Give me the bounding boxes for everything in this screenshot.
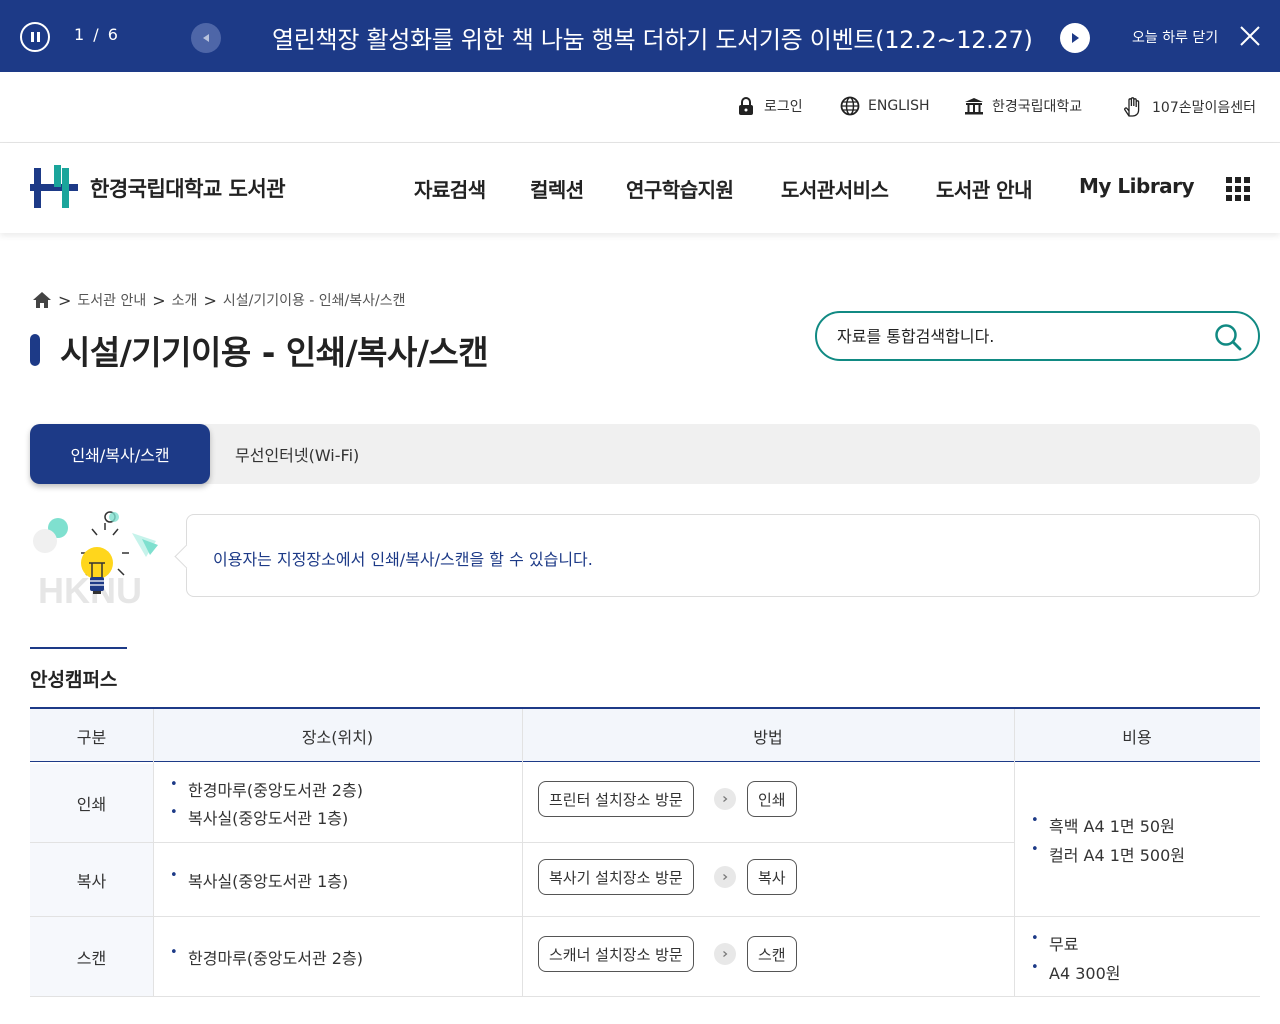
row-label-copy: 복사: [30, 843, 153, 916]
next-banner-button[interactable]: [1060, 23, 1090, 53]
pause-button[interactable]: [20, 22, 50, 52]
breadcrumb-current: 시설/기기이용 - 인쇄/복사/스캔: [222, 293, 406, 309]
breadcrumb-item[interactable]: 소개: [172, 290, 198, 310]
tab-print-copy-scan[interactable]: 인쇄/복사/스캔: [30, 424, 210, 484]
header-method: 방법: [753, 727, 783, 747]
location-item: 복사실(중앙도서관 1층): [170, 868, 348, 892]
cost-item: A4 300원: [1031, 960, 1120, 984]
globe-icon: [840, 96, 860, 116]
prev-banner-button[interactable]: [191, 23, 221, 53]
english-link[interactable]: ENGLISH: [840, 96, 930, 116]
site-logo[interactable]: 한경국립대학교 도서관: [30, 165, 286, 211]
breadcrumb-item[interactable]: 도서관 안내: [77, 290, 146, 310]
chevron-right-icon: [714, 866, 736, 888]
header-location: 장소(위치): [301, 727, 374, 747]
university-label: 한경국립대학교: [992, 99, 1083, 115]
method-step-visit-printer: 프린터 설치장소 방문: [538, 781, 694, 817]
breadcrumb: > 도서관 안내 > 소개 > 시설/기기이용 - 인쇄/복사/스캔: [32, 290, 406, 310]
pause-icon: [30, 32, 34, 42]
info-message: 이용자는 지정장소에서 인쇄/복사/스캔을 할 수 있습니다.: [213, 550, 593, 569]
location-item: 한경마루(중앙도서관 2층): [170, 945, 363, 969]
top-banner: 1 / 6 열린책장 활성화를 위한 책 나눔 행복 더하기 도서기증 이벤트(…: [0, 0, 1280, 72]
header-category: 구분: [76, 727, 107, 747]
chevron-right-icon: [714, 943, 736, 965]
info-message-box: 이용자는 지정장소에서 인쇄/복사/스캔을 할 수 있습니다.: [186, 514, 1260, 597]
tab-bar: 인쇄/복사/스캔 무선인터넷(Wi-Fi): [30, 424, 1260, 484]
nav-collection[interactable]: 컬렉션: [530, 174, 584, 203]
cost-item: 흑백 A4 1면 50원: [1031, 813, 1175, 837]
method-step-copy: 복사: [747, 859, 797, 895]
header-cost: 비용: [1122, 727, 1152, 747]
chevron-right-icon: >: [58, 290, 72, 310]
logo-text: 한경국립대학교 도서관: [90, 177, 286, 201]
row-label-print: 인쇄: [30, 764, 153, 842]
title-accent-bar: [30, 334, 40, 366]
banner-counter: 1 / 6: [74, 25, 120, 44]
sign-center-link[interactable]: 107손말이음센터: [1122, 96, 1256, 118]
nav-my-library[interactable]: My Library: [1079, 174, 1195, 198]
nav-library-services[interactable]: 도서관서비스: [781, 174, 889, 203]
method-step-visit-scanner: 스캐너 설치장소 방문: [538, 936, 694, 972]
sign-center-label: 107손말이음센터: [1152, 100, 1257, 116]
home-icon[interactable]: [32, 291, 52, 309]
section-divider: [30, 647, 127, 649]
close-icon[interactable]: [1238, 24, 1262, 48]
search-icon[interactable]: [1214, 323, 1242, 351]
hand-sign-icon: [1124, 97, 1140, 117]
close-today-link[interactable]: 오늘 하루 닫기: [1132, 27, 1218, 47]
cost-item: 컬러 A4 1면 500원: [1031, 842, 1185, 866]
section-title: 안성캠퍼스: [30, 669, 118, 691]
search-input[interactable]: [837, 323, 1197, 349]
triangle-left-icon: [203, 34, 209, 42]
main-header: 한경국립대학교 도서관 자료검색 컬렉션 연구학습지원 도서관서비스 도서관 안…: [0, 143, 1280, 233]
building-icon: [965, 98, 983, 115]
location-item: 복사실(중앙도서관 1층): [170, 805, 348, 829]
service-table: 구분 장소(위치) 방법 비용 인쇄 한경마루(중앙도서관 2층) 복사실(중앙…: [30, 707, 1260, 997]
play-icon: [1072, 33, 1079, 43]
tab-wifi[interactable]: 무선인터넷(Wi-Fi): [235, 424, 359, 484]
university-link[interactable]: 한경국립대학교: [964, 96, 1082, 116]
banner-title[interactable]: 열린책장 활성화를 위한 책 나눔 행복 더하기 도서기증 이벤트(12.2~1…: [272, 20, 1033, 55]
lock-icon: [739, 97, 753, 115]
row-label-scan: 스캔: [30, 917, 153, 996]
method-step-print: 인쇄: [747, 781, 797, 817]
integrated-search: [815, 311, 1260, 361]
logo-icon: [30, 165, 78, 208]
login-label: 로그인: [764, 99, 803, 115]
nav-search[interactable]: 자료검색: [414, 174, 486, 203]
page-title: 시설/기기이용 - 인쇄/복사/스캔: [60, 333, 489, 372]
page-title-wrap: 시설/기기이용 - 인쇄/복사/스캔: [30, 326, 489, 374]
nav-library-guide[interactable]: 도서관 안내: [936, 174, 1032, 203]
cost-item: 무료: [1031, 931, 1078, 955]
chevron-right-icon: >: [203, 290, 217, 310]
login-link[interactable]: 로그인: [736, 96, 803, 116]
all-menu-icon[interactable]: [1226, 177, 1250, 201]
english-label: ENGLISH: [868, 98, 930, 114]
utility-bar: 로그인 ENGLISH 한경국립대학교 107손말이음센터: [0, 72, 1280, 143]
method-step-visit-copier: 복사기 설치장소 방문: [538, 859, 694, 895]
chevron-right-icon: [714, 788, 736, 810]
nav-research-support[interactable]: 연구학습지원: [626, 174, 734, 203]
lightbulb-illustration: HKNU: [33, 511, 158, 610]
table-header: 구분 장소(위치) 방법 비용: [30, 709, 1260, 762]
chevron-right-icon: >: [152, 290, 166, 310]
method-step-scan: 스캔: [747, 936, 797, 972]
location-item: 한경마루(중앙도서관 2층): [170, 777, 363, 801]
